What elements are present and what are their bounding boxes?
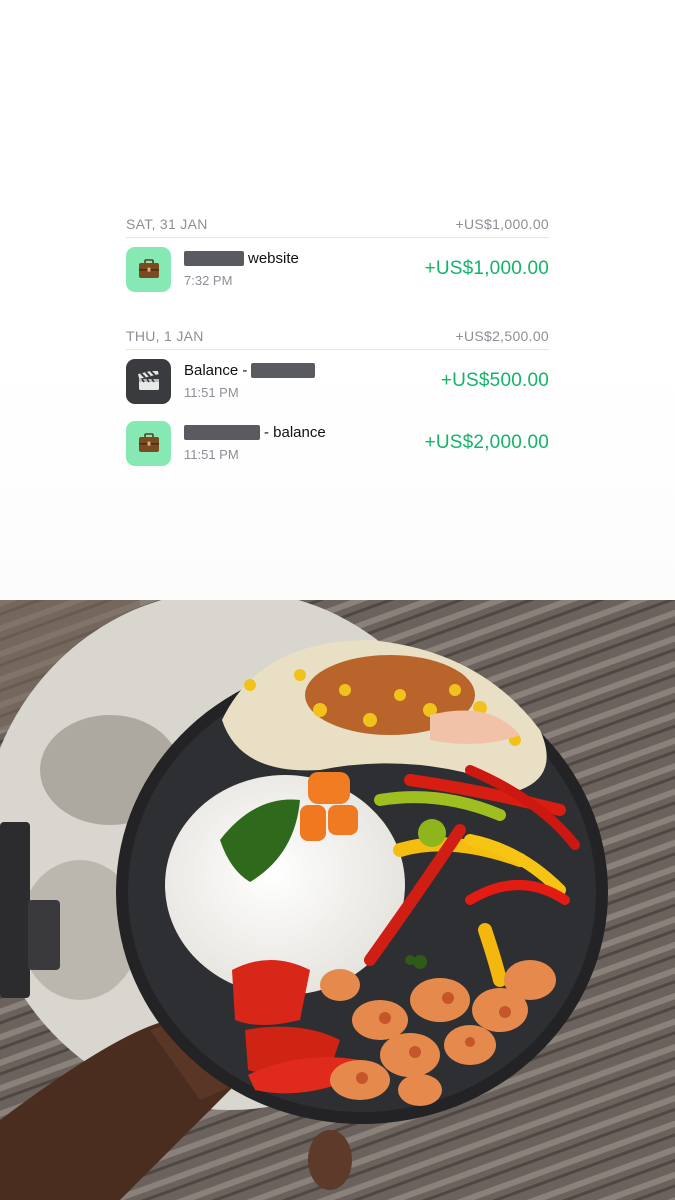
group-total: +US$1,000.00: [455, 215, 549, 232]
transaction-row[interactable]: website 7:32 PM +US$1,000.00: [126, 238, 549, 300]
transaction-title: - balance: [184, 424, 326, 441]
transactions-panel: SAT, 31 JAN +US$1,000.00 website 7:32 PM…: [0, 0, 675, 600]
transaction-title-suffix: - balance: [264, 424, 326, 441]
transaction-amount: +US$1,000.00: [424, 258, 549, 279]
transaction-row[interactable]: - balance 11:51 PM +US$2,000.00: [126, 412, 549, 474]
redacted-name: [184, 251, 244, 266]
date-group-header: SAT, 31 JAN +US$1,000.00: [126, 210, 549, 238]
transaction-time: 7:32 PM: [184, 273, 233, 288]
group-date: SAT, 31 JAN: [126, 215, 208, 232]
date-group-sat-31-jan: SAT, 31 JAN +US$1,000.00 website 7:32 PM…: [126, 210, 549, 300]
transaction-time: 11:51 PM: [184, 447, 239, 462]
transaction-time: 11:51 PM: [184, 385, 239, 400]
redacted-name: [251, 363, 316, 378]
transaction-ledger: SAT, 31 JAN +US$1,000.00 website 7:32 PM…: [126, 210, 549, 496]
transaction-amount: +US$500.00: [440, 370, 549, 391]
transaction-title: Balance -: [184, 362, 316, 379]
group-total: +US$2,500.00: [455, 327, 549, 344]
transaction-amount: +US$2,000.00: [424, 432, 549, 453]
transaction-title-prefix: Balance -: [184, 362, 248, 379]
date-group-header: THU, 1 JAN +US$2,500.00: [126, 322, 549, 350]
clapperboard-icon: [126, 358, 171, 404]
briefcase-icon: [126, 246, 171, 292]
transaction-title-suffix: website: [248, 250, 299, 267]
redacted-name: [184, 425, 260, 440]
briefcase-icon: [126, 420, 171, 466]
food-plate-photo: [0, 600, 675, 1200]
transaction-row[interactable]: Balance - 11:51 PM +US$500.00: [126, 350, 549, 412]
food-plate-illustration: [0, 600, 675, 1200]
transaction-title: website: [184, 250, 299, 267]
date-group-thu-1-jan: THU, 1 JAN +US$2,500.00 Balance - 11:51 …: [126, 322, 549, 474]
group-date: THU, 1 JAN: [126, 327, 204, 344]
